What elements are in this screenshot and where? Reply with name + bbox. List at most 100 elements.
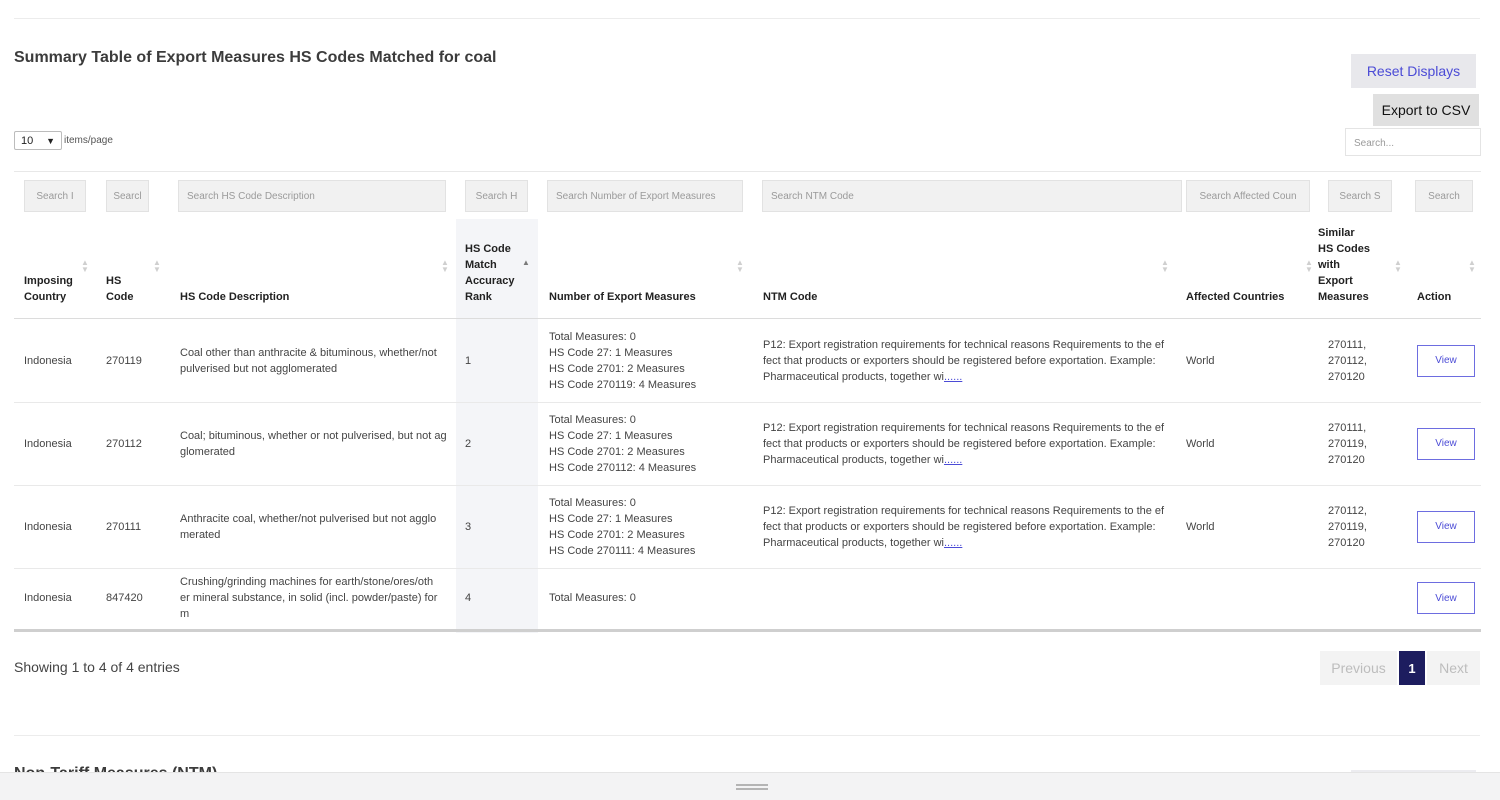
column-header-label[interactable]: Rank xyxy=(465,289,492,305)
previous-page-button[interactable]: Previous xyxy=(1320,651,1397,685)
ntm-line: Pharmaceutical products, together wi....… xyxy=(763,369,1164,385)
cell-ntm-code: P12: Export registration requirements fo… xyxy=(763,420,1164,468)
drag-handle-icon[interactable] xyxy=(736,784,768,790)
page-length-value: 10 xyxy=(21,134,34,147)
ntm-text: Pharmaceutical products, together wi xyxy=(763,453,944,466)
cell-affected-countries: World xyxy=(1186,354,1215,367)
column-header-label[interactable]: Imposing xyxy=(24,273,73,289)
sort-icon[interactable]: ▼ xyxy=(1161,266,1169,274)
column-header-label[interactable]: HS Codes xyxy=(1318,241,1370,257)
column-header-label[interactable]: Country xyxy=(24,289,66,305)
column-header-label[interactable]: Similar xyxy=(1318,225,1355,241)
table-top-divider xyxy=(14,171,1481,172)
ntm-text: Pharmaceutical products, together wi xyxy=(763,370,944,383)
view-button[interactable]: View xyxy=(1417,427,1475,460)
measure-line: Total Measures: 0 xyxy=(549,330,636,343)
sort-icon[interactable]: ▼ xyxy=(153,266,161,274)
ntm-text: Pharmaceutical products, together wi xyxy=(763,536,944,549)
similar-code-line: 270120 xyxy=(1328,536,1365,549)
description-line: glomerated xyxy=(180,445,236,458)
view-button[interactable]: View xyxy=(1417,582,1475,614)
cell-hs-code: 270111 xyxy=(106,520,142,533)
column-filter-input[interactable]: Search Affected Coun xyxy=(1186,180,1310,212)
measure-line: HS Code 2701: 2 Measures xyxy=(549,445,685,458)
column-filter-input[interactable]: Search NTM Code xyxy=(762,180,1182,212)
column-header-label[interactable]: HS xyxy=(106,273,121,289)
column-header-label[interactable]: HS Code Description xyxy=(180,289,289,305)
ntm-text: P12: Export registration requirements fo… xyxy=(763,338,1165,351)
next-page-button[interactable]: Next xyxy=(1427,651,1480,685)
similar-code-line: 270120 xyxy=(1328,453,1365,466)
column-header-label[interactable]: Export xyxy=(1318,273,1353,289)
cell-imposing-country: Indonesia xyxy=(24,520,72,533)
cell-ntm-code: P12: Export registration requirements fo… xyxy=(763,337,1164,385)
column-header-label[interactable]: Code xyxy=(106,289,134,305)
sort-icon[interactable]: ▼ xyxy=(1468,266,1476,274)
view-button[interactable]: View xyxy=(1417,510,1475,543)
ntm-line: Pharmaceutical products, together wi....… xyxy=(763,452,1164,468)
ntm-text: fect that products or exporters should b… xyxy=(763,437,1156,450)
column-filter-input[interactable]: Search HS Code Description xyxy=(178,180,446,212)
measure-line: Total Measures: 0 xyxy=(549,496,636,509)
cell-similar-hs-codes: 270111, 270119, 270120 xyxy=(1328,420,1367,468)
cell-hs-code: 847420 xyxy=(106,592,143,604)
sort-icon[interactable]: ▼ xyxy=(736,266,744,274)
page-length-select[interactable]: 10 ▼ xyxy=(14,131,62,150)
column-header-label[interactable]: NTM Code xyxy=(763,289,817,305)
sort-icon[interactable]: ▼ xyxy=(81,266,89,274)
column-filter-input[interactable]: Search xyxy=(1415,180,1473,212)
description-line: Coal; bituminous, whether or not pulveri… xyxy=(180,429,447,442)
sort-icon[interactable]: ▼ xyxy=(1394,266,1402,274)
read-more-link[interactable]: ...... xyxy=(944,454,962,466)
measure-line: Total Measures: 0 xyxy=(549,592,636,604)
view-button[interactable]: View xyxy=(1417,344,1475,377)
cell-hs-code: 270112 xyxy=(106,437,142,450)
reset-displays-button[interactable]: Reset Displays xyxy=(1351,54,1476,88)
table-bottom-scrollbar[interactable] xyxy=(14,629,1481,632)
measure-line: HS Code 270112: 4 Measures xyxy=(549,461,697,474)
cell-hs-description: Coal; bituminous, whether or not pulveri… xyxy=(180,428,447,460)
ntm-text: fect that products or exporters should b… xyxy=(763,520,1156,533)
cell-imposing-country: Indonesia xyxy=(24,354,72,367)
pagination: Previous 1 Next xyxy=(1320,651,1480,685)
cell-hs-description: Crushing/grinding machines for earth/sto… xyxy=(180,574,437,622)
cell-match-rank: 2 xyxy=(465,437,472,450)
header-divider xyxy=(14,318,1481,319)
sort-icon[interactable]: ▲ xyxy=(522,259,530,267)
column-header-label[interactable]: Measures xyxy=(1318,289,1369,305)
bottom-panel-bar xyxy=(0,772,1500,800)
column-header-label[interactable]: Affected Countries xyxy=(1186,289,1284,305)
ntm-line: P12: Export registration requirements fo… xyxy=(763,503,1164,519)
ntm-line: fect that products or exporters should b… xyxy=(763,519,1164,535)
column-header-label[interactable]: Action xyxy=(1417,289,1451,305)
sort-icon[interactable]: ▼ xyxy=(441,266,449,274)
top-divider xyxy=(14,18,1480,19)
column-header-label[interactable]: with xyxy=(1318,257,1340,273)
column-filter-input[interactable]: Search I xyxy=(24,180,86,212)
column-filter-input[interactable]: Searcl xyxy=(106,180,149,212)
measure-line: HS Code 2701: 2 Measures xyxy=(549,528,685,541)
cell-affected-countries: World xyxy=(1186,520,1215,533)
column-header-label[interactable]: Match xyxy=(465,257,497,273)
page-1-button[interactable]: 1 xyxy=(1399,651,1425,685)
cell-imposing-country: Indonesia xyxy=(24,592,72,604)
ntm-line: Pharmaceutical products, together wi....… xyxy=(763,535,1164,551)
cell-affected-countries: World xyxy=(1186,437,1215,450)
column-filter-input[interactable]: Search Number of Export Measures xyxy=(547,180,743,212)
read-more-link[interactable]: ...... xyxy=(944,537,962,549)
column-header-label[interactable]: Number of Export Measures xyxy=(549,289,696,305)
row-divider xyxy=(14,568,1481,569)
measure-line: HS Code 27: 1 Measures xyxy=(549,512,673,525)
column-header-label[interactable]: Accuracy xyxy=(465,273,515,289)
column-filter-input[interactable]: Search S xyxy=(1328,180,1392,212)
column-header-label[interactable]: HS Code xyxy=(465,241,511,257)
read-more-link[interactable]: ...... xyxy=(944,371,962,383)
column-filter-input[interactable]: Search H xyxy=(465,180,528,212)
global-search-input[interactable]: Search... xyxy=(1345,128,1481,156)
sort-icon[interactable]: ▼ xyxy=(1305,266,1313,274)
ntm-line: fect that products or exporters should b… xyxy=(763,436,1164,452)
page-length-label: items/page xyxy=(64,135,113,146)
export-csv-button[interactable]: Export to CSV xyxy=(1373,94,1479,126)
cell-match-rank: 3 xyxy=(465,520,472,533)
chevron-down-icon: ▼ xyxy=(46,135,55,146)
